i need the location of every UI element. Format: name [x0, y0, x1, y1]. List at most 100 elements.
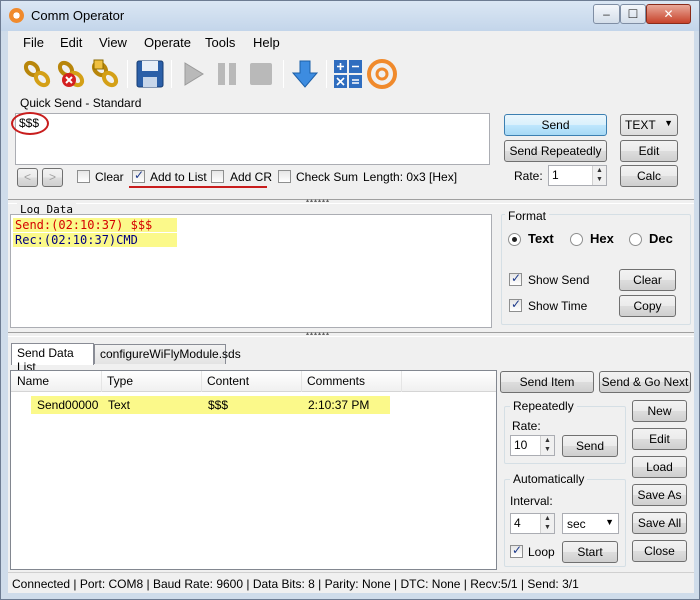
send-button[interactable]: Send [504, 114, 607, 136]
load-button[interactable]: Load [632, 456, 687, 478]
start-button[interactable]: Start [562, 541, 618, 563]
maximize-button[interactable]: ☐ [620, 4, 646, 24]
calc-button[interactable]: Calc [620, 165, 678, 187]
send-item-button[interactable]: Send Item [500, 371, 594, 393]
repeat-send-button[interactable]: Send [562, 435, 618, 457]
minimize-button[interactable]: ‒ [593, 4, 620, 24]
tab-send-data-list[interactable]: Send Data List [11, 343, 94, 374]
rate-label: Rate: [514, 169, 543, 183]
list-edit-button[interactable]: Edit [632, 428, 687, 450]
menu-bar: File Edit View Operate Tools Help [8, 31, 694, 53]
show-time-checkbox[interactable] [509, 297, 522, 312]
log-output[interactable]: Send:(02:10:37) $$$ Rec:(02:10:37)CMD [10, 214, 492, 328]
close-list-button[interactable]: Close [632, 540, 687, 562]
interval-unit-value: sec [567, 517, 586, 531]
log-line-receive: Rec:(02:10:37)CMD [13, 233, 177, 247]
format-hex-radio[interactable] [570, 233, 583, 246]
chain-disconnect-icon[interactable] [55, 58, 87, 90]
column-divider [101, 371, 102, 392]
send-repeatedly-button[interactable]: Send Repeatedly [504, 140, 607, 162]
send-go-next-button[interactable]: Send & Go Next [599, 371, 691, 393]
save-as-button[interactable]: Save As [632, 484, 687, 506]
add-to-list-checkbox[interactable] [132, 168, 145, 183]
edit-button[interactable]: Edit [620, 140, 678, 162]
automatically-group-label: Automatically [510, 472, 588, 486]
interval-unit-select[interactable]: sec ▼ [562, 513, 619, 534]
spinner-arrows-icon[interactable]: ▲ ▼ [540, 514, 554, 533]
download-arrow-icon[interactable] [289, 58, 321, 90]
grip-icon: ▴▴▴▴▴▴ [305, 331, 331, 337]
list-rate-spinner[interactable]: 10 ▲ ▼ [510, 435, 555, 456]
column-header-comments[interactable]: Comments [307, 374, 365, 388]
loop-label: Loop [528, 545, 555, 559]
loop-checkbox[interactable] [510, 543, 523, 558]
clear-checkbox-label: Clear [95, 170, 124, 184]
chevron-down-icon: ▼ [664, 118, 673, 128]
toolbar-separator [283, 60, 284, 88]
format-hex-label: Hex [590, 231, 614, 246]
close-window-button[interactable]: ✕ [646, 4, 691, 24]
menu-tools[interactable]: Tools [205, 35, 235, 50]
clear-checkbox[interactable] [77, 170, 90, 183]
menu-help[interactable]: Help [253, 35, 280, 50]
column-header-content[interactable]: Content [207, 374, 249, 388]
tab-config-file[interactable]: configureWiFlyModule.sds [94, 344, 241, 364]
menu-operate[interactable]: Operate [144, 35, 191, 50]
interval-spinner[interactable]: 4 ▲ ▼ [510, 513, 555, 534]
pause-icon[interactable] [211, 58, 243, 90]
column-divider [301, 371, 302, 392]
send-mode-value: TEXT [625, 118, 656, 132]
underline-annotation [129, 186, 267, 188]
send-mode-select[interactable]: TEXT ▼ [620, 114, 678, 136]
check-sum-checkbox[interactable] [278, 170, 291, 183]
menu-file[interactable]: File [23, 35, 44, 50]
chain-connect-icon[interactable] [21, 58, 53, 90]
cell-comments: 2:10:37 PM [308, 398, 370, 412]
save-all-button[interactable]: Save All [632, 512, 687, 534]
format-text-label: Text [528, 231, 554, 246]
calculator-icon[interactable] [332, 58, 364, 90]
table-header: Name Type Content Comments [11, 371, 496, 392]
chevron-down-icon: ▼ [605, 517, 614, 527]
send-data-table[interactable]: Name Type Content Comments Send00000 Tex… [10, 370, 497, 570]
format-dec-radio[interactable] [629, 233, 642, 246]
toolbar-separator [326, 60, 327, 88]
history-next-button[interactable]: > [42, 168, 63, 187]
splitter-top[interactable]: ▴▴▴▴▴▴ [8, 198, 694, 204]
add-cr-label: Add CR [230, 170, 273, 184]
splitter-bottom[interactable]: ▴▴▴▴▴▴ [8, 331, 694, 337]
cell-content: $$$ [208, 398, 229, 412]
app-logo-icon[interactable] [366, 58, 398, 90]
status-bar: Connected | Port: COM8 | Baud Rate: 9600… [8, 572, 694, 593]
log-clear-button[interactable]: Clear [619, 269, 676, 291]
play-icon[interactable] [177, 58, 209, 90]
table-row[interactable]: Send00000 Text $$$ 2:10:37 PM [31, 396, 390, 414]
log-copy-button[interactable]: Copy [619, 295, 676, 317]
format-text-radio[interactable] [508, 233, 521, 246]
save-icon[interactable] [134, 58, 166, 90]
new-button[interactable]: New [632, 400, 687, 422]
format-group-label: Format [505, 209, 550, 223]
menu-view[interactable]: View [99, 35, 127, 50]
repeatedly-group-label: Repeatedly [510, 399, 577, 413]
stop-icon[interactable] [245, 58, 277, 90]
rate-spinner[interactable]: 1 ▲ ▼ [548, 165, 607, 186]
toolbar-separator [171, 60, 172, 88]
quick-send-input[interactable]: $$$ [15, 113, 490, 165]
length-readout: Length: 0x3 [Hex] [363, 170, 458, 184]
chain-settings-icon[interactable] [89, 58, 121, 90]
add-cr-checkbox[interactable] [211, 170, 224, 183]
list-rate-label: Rate: [512, 419, 541, 433]
column-header-name[interactable]: Name [17, 374, 49, 388]
spinner-arrows-icon[interactable]: ▲ ▼ [592, 166, 606, 185]
show-send-checkbox[interactable] [509, 271, 522, 286]
history-prev-button[interactable]: < [17, 168, 38, 187]
menu-edit[interactable]: Edit [60, 35, 82, 50]
column-divider [401, 371, 402, 392]
interval-value: 4 [514, 516, 521, 530]
app-logo-icon [9, 8, 24, 23]
rate-value: 1 [552, 168, 559, 182]
column-header-type[interactable]: Type [107, 374, 133, 388]
spinner-arrows-icon[interactable]: ▲ ▼ [540, 436, 554, 455]
highlight-oval-annotation [11, 112, 49, 135]
